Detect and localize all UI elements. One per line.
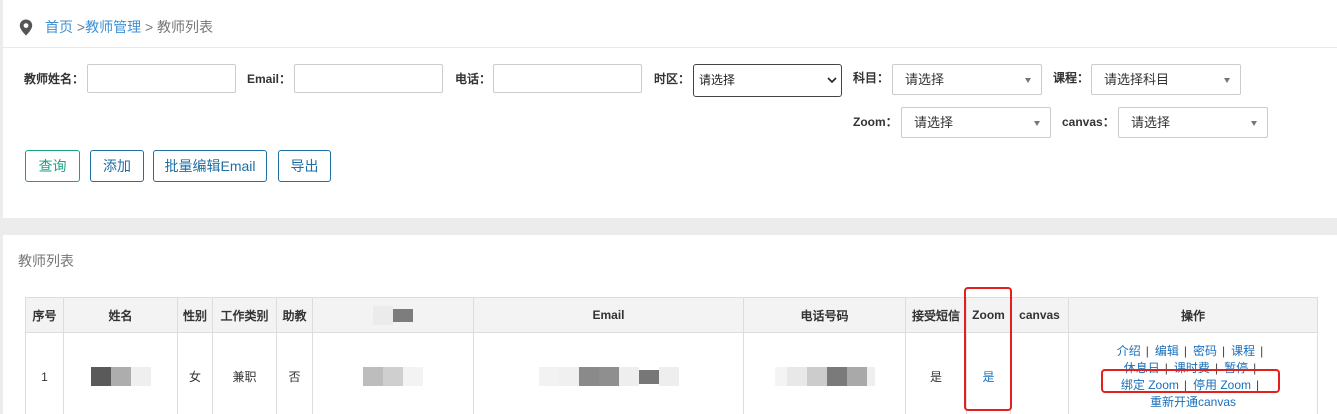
list-title: 教师列表 — [18, 253, 74, 269]
course-link[interactable]: 课程 — [1231, 344, 1255, 358]
column-header-actions: 操作 — [1069, 298, 1318, 333]
cell-assistant: 否 — [277, 333, 313, 414]
intro-link[interactable]: 介绍 — [1117, 344, 1141, 358]
breadcrumb-home-link[interactable]: 首页 — [45, 19, 73, 35]
cell-actions: 介绍 | 编辑 | 密码 | 课程 | 休息日 | 课时费 | 暂停 | 绑定 Zoom | 停用 Zoom… — [1069, 333, 1318, 414]
redacted-block — [774, 367, 875, 386]
timezone-select[interactable]: 请选择 — [693, 64, 842, 97]
subject-dropdown[interactable]: 请选择 — [892, 64, 1042, 95]
cell-gender: 女 — [178, 333, 213, 414]
reopen-canvas-link[interactable]: 重新开通canvas — [1150, 395, 1236, 409]
timezone-label: 时区： — [654, 72, 691, 86]
bind-zoom-link[interactable]: 绑定 Zoom — [1121, 378, 1179, 392]
teacher-name-label: 教师姓名： — [24, 72, 85, 86]
pause-link[interactable]: 暂停 — [1224, 361, 1248, 375]
action-separator: | — [1253, 360, 1257, 375]
course-dropdown-value: 请选择科目 — [1104, 72, 1170, 87]
cell-email — [474, 333, 744, 414]
canvas-dropdown[interactable]: 请选择 — [1118, 107, 1268, 138]
dropdown-arrow-icon — [1025, 78, 1031, 83]
cell-index: 1 — [26, 333, 64, 414]
teacher-table: 序号 姓名 性别 工作类别 助教 Email 电话号码 接受短信 Zoom ca… — [25, 297, 1318, 414]
dropdown-arrow-icon — [1251, 121, 1257, 126]
redacted-block — [538, 367, 679, 386]
canvas-label: canvas： — [1062, 115, 1115, 129]
zoom-label: Zoom： — [853, 115, 898, 129]
actions-line: 绑定 Zoom | 停用 Zoom | — [1121, 377, 1265, 394]
column-header-assistant: 助教 — [277, 298, 313, 333]
breadcrumb-section-link[interactable]: 教师管理 — [85, 19, 141, 35]
rest-day-link[interactable]: 休息日 — [1124, 361, 1160, 375]
lesson-fee-link[interactable]: 课时费 — [1174, 361, 1210, 375]
actions-line: 介绍 | 编辑 | 密码 | 课程 | — [1117, 343, 1270, 360]
breadcrumb: 首页 >教师管理 > 教师列表 — [45, 18, 213, 36]
query-button[interactable]: 查询 — [25, 150, 80, 182]
header-divider — [3, 47, 1337, 48]
redacted-block — [363, 367, 423, 386]
cell-redacted — [313, 333, 474, 414]
actions-line: 休息日 | 课时费 | 暂停 | — [1124, 360, 1262, 377]
timezone-select-value: 请选择 — [699, 73, 736, 87]
redacted-block — [373, 305, 413, 325]
cell-zoom: 是 — [967, 333, 1011, 414]
breadcrumb-current: 教师列表 — [157, 19, 214, 35]
breadcrumb-separator: > — [73, 19, 86, 35]
cell-phone — [744, 333, 906, 414]
location-pin-icon — [19, 19, 33, 36]
column-header-canvas: canvas — [1011, 298, 1069, 333]
zoom-dropdown-value: 请选择 — [914, 115, 954, 130]
cell-name — [64, 333, 178, 414]
action-separator: | — [1256, 377, 1260, 392]
subject-dropdown-value: 请选择 — [905, 72, 945, 87]
course-dropdown[interactable]: 请选择科目 — [1091, 64, 1241, 95]
action-separator: | — [1260, 343, 1264, 358]
actions-line: 重新开通canvas — [1150, 394, 1236, 411]
cell-canvas — [1011, 333, 1069, 414]
disable-zoom-link[interactable]: 停用 Zoom — [1193, 378, 1251, 392]
column-header-zoom: Zoom — [967, 298, 1011, 333]
action-separator: | — [1183, 343, 1187, 358]
email-input[interactable] — [294, 64, 443, 93]
column-header-email: Email — [474, 298, 744, 333]
course-label: 课程： — [1053, 71, 1090, 85]
breadcrumb-separator: > — [141, 19, 158, 35]
column-header-work-type: 工作类别 — [213, 298, 277, 333]
column-header-name: 姓名 — [64, 298, 178, 333]
zoom-status-link[interactable]: 是 — [982, 368, 994, 385]
action-separator: | — [1164, 360, 1168, 375]
phone-label: 电话： — [455, 72, 492, 86]
dropdown-arrow-icon — [1034, 121, 1040, 126]
column-header-accept-sms: 接受短信 — [906, 298, 967, 333]
password-link[interactable]: 密码 — [1193, 344, 1217, 358]
column-header-phone: 电话号码 — [744, 298, 906, 333]
subject-label: 科目： — [853, 71, 890, 85]
bulk-edit-email-button[interactable]: 批量编辑Email — [153, 150, 267, 182]
email-label: Email： — [247, 72, 292, 86]
action-separator: | — [1183, 377, 1187, 392]
cell-work-type: 兼职 — [213, 333, 277, 414]
column-header-redacted — [313, 298, 474, 333]
action-separator: | — [1214, 360, 1219, 375]
cell-accept-sms: 是 — [906, 333, 967, 414]
teacher-list-panel: 教师列表 序号 姓名 性别 工作类别 助教 Email 电话号码 接受短信 Zo… — [3, 235, 1337, 414]
edit-link[interactable]: 编辑 — [1155, 344, 1179, 358]
phone-input[interactable] — [493, 64, 642, 93]
search-panel: 首页 >教师管理 > 教师列表 教师姓名： Email： 电话： 时区： 请选择… — [3, 0, 1337, 218]
column-header-index: 序号 — [26, 298, 64, 333]
column-header-gender: 性别 — [178, 298, 213, 333]
chevron-down-icon — [827, 77, 837, 84]
action-separator: | — [1145, 343, 1149, 358]
dropdown-arrow-icon — [1224, 78, 1230, 83]
teacher-name-input[interactable] — [87, 64, 236, 93]
canvas-dropdown-value: 请选择 — [1131, 115, 1171, 130]
add-button[interactable]: 添加 — [90, 150, 144, 182]
zoom-dropdown[interactable]: 请选择 — [901, 107, 1051, 138]
export-button[interactable]: 导出 — [278, 150, 331, 182]
action-separator: | — [1222, 343, 1226, 358]
redacted-block — [90, 367, 151, 386]
